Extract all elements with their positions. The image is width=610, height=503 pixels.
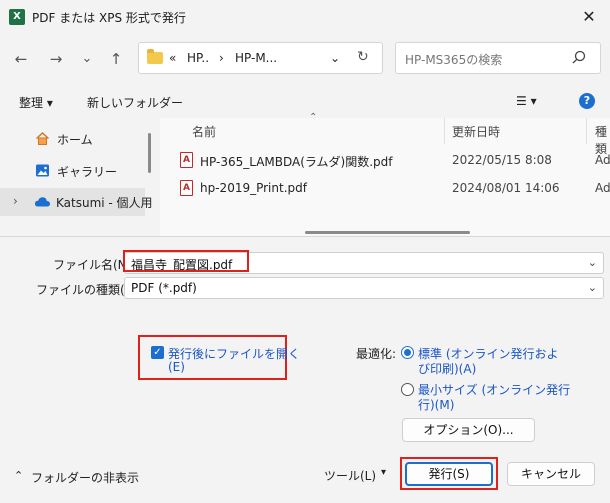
nav-pane-scrollbar[interactable] (148, 133, 151, 173)
search-icon[interactable] (570, 49, 588, 67)
sidebar-item-home[interactable]: ホーム (0, 125, 145, 153)
cancel-button[interactable]: キャンセル (507, 462, 595, 486)
tools-menu[interactable]: ツール(L) (324, 467, 376, 484)
file-name: HP-365_LAMBDA(ラムダ)関数.pdf (200, 155, 393, 169)
pdf-file-icon: A (180, 152, 193, 168)
pdf-file-icon: A (180, 180, 193, 196)
expand-chevron-icon[interactable]: › (13, 194, 18, 208)
breadcrumb-item[interactable]: HP.. (187, 51, 209, 65)
open-after-publish-label[interactable]: 発行後にファイルを開く (168, 345, 300, 362)
tools-dropdown-icon[interactable]: ▾ (381, 467, 386, 478)
optimize-label: 最適化: (356, 347, 397, 361)
sidebar-item-label: ギャラリー (57, 165, 118, 179)
column-header-name[interactable]: 名前 (192, 123, 216, 140)
file-name: hp-2019_Print.pdf (200, 181, 307, 195)
optimize-standard-label-line2[interactable]: び印刷)(A) (418, 360, 476, 377)
file-type: Ad (595, 153, 610, 167)
table-row[interactable]: A hp-2019_Print.pdf 2024/08/01 14:06 Ad (172, 176, 610, 202)
column-divider[interactable] (586, 118, 587, 144)
home-icon (35, 131, 50, 145)
address-dropdown-icon[interactable]: ⌄ (330, 51, 340, 65)
cloud-icon (34, 197, 50, 207)
organize-menu[interactable]: 整理 ▾ (19, 94, 53, 111)
refresh-icon[interactable]: ↻ (357, 49, 369, 65)
publish-highlight (400, 457, 498, 490)
optimize-minimum-label-line2[interactable]: 行)(M) (418, 396, 454, 413)
search-placeholder: HP-MS365の検索 (405, 53, 503, 67)
chevron-down-icon[interactable]: ⌄ (588, 256, 597, 269)
hide-folders-button[interactable]: フォルダーの非表示 (31, 469, 139, 486)
sort-ascending-icon: ⌃ (309, 112, 318, 123)
address-bar[interactable]: « HP.. › HP-M... ⌄ ↻ (138, 42, 383, 74)
checkbox-checked-icon[interactable]: ✓ (151, 346, 164, 359)
up-arrow-icon[interactable]: ↑ (105, 48, 127, 70)
sidebar-item-onedrive[interactable]: › Katsumi - 個人用 (0, 188, 153, 216)
sidebar-item-label: Katsumi - 個人用 (56, 196, 153, 210)
folder-icon (147, 49, 163, 64)
file-date: 2024/08/01 14:06 (452, 181, 560, 195)
radio-selected-icon[interactable] (401, 346, 414, 359)
chevron-up-icon[interactable]: ⌃ (14, 469, 23, 482)
table-row[interactable]: A HP-365_LAMBDA(ラムダ)関数.pdf 2022/05/15 8:… (172, 148, 610, 174)
column-divider[interactable] (444, 118, 445, 144)
filename-highlight (123, 250, 249, 272)
filetype-value: PDF (*.pdf) (131, 281, 197, 295)
filetype-select[interactable]: PDF (*.pdf) ⌄ (124, 277, 604, 299)
back-arrow-icon[interactable]: ← (10, 48, 32, 70)
address-overflow-icon[interactable]: « (169, 51, 176, 65)
file-list-scrollbar[interactable] (305, 231, 470, 234)
dialog-title: PDF または XPS 形式で発行 (32, 11, 186, 25)
breadcrumb-separator: › (219, 51, 224, 65)
view-options-icon[interactable]: ☰ ▾ (516, 94, 537, 108)
radio-unselected-icon[interactable] (401, 383, 414, 396)
breadcrumb-item[interactable]: HP-M... (235, 51, 277, 65)
options-button[interactable]: オプション(O)... (402, 418, 535, 442)
new-folder-button[interactable]: 新しいフォルダー (87, 94, 183, 111)
sidebar-item-gallery[interactable]: ギャラリー (0, 157, 145, 185)
close-button[interactable]: ✕ (578, 6, 600, 28)
pane-divider (0, 236, 610, 237)
file-type: Ad (595, 181, 610, 195)
sidebar-item-label: ホーム (57, 133, 93, 147)
search-box[interactable]: HP-MS365の検索 (395, 42, 601, 74)
excel-app-icon: X (9, 9, 25, 25)
open-after-publish-shortcut[interactable]: (E) (168, 360, 185, 374)
gallery-icon (36, 164, 49, 177)
column-header-date[interactable]: 更新日時 (452, 123, 500, 140)
file-date: 2022/05/15 8:08 (452, 153, 552, 167)
recent-dropdown-icon[interactable]: ⌄ (76, 48, 98, 70)
help-icon[interactable]: ? (579, 93, 595, 109)
forward-arrow-icon[interactable]: → (45, 48, 67, 70)
chevron-down-icon[interactable]: ⌄ (588, 281, 597, 294)
